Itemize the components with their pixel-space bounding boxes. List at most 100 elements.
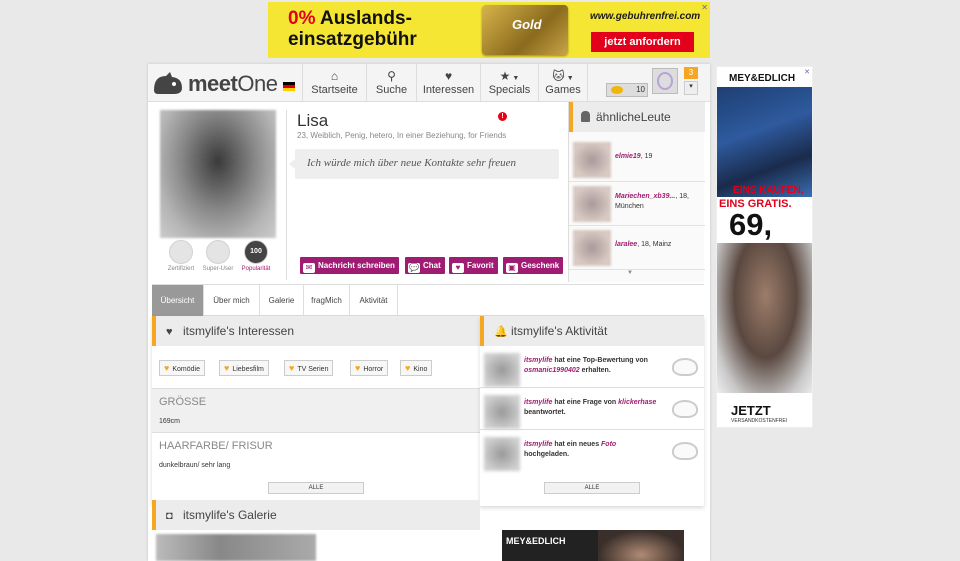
activity-target-link[interactable]: klickerhase: [618, 399, 656, 406]
favorite-button[interactable]: ♥ Favorit: [449, 257, 498, 274]
field-value: dunkelbraun/ sehr lang: [159, 462, 231, 469]
nav-specials[interactable]: ★ ▼ Specials: [480, 64, 538, 102]
pin-icon: ⚲: [387, 69, 396, 83]
similar-person-item[interactable]: Mariechen_xb39..., 18, München: [569, 182, 705, 226]
interest-tag[interactable]: ♥ TV Serien: [284, 360, 334, 376]
send-message-button[interactable]: ✉ Nachricht schreiben: [300, 257, 399, 274]
nav-suche[interactable]: ⚲ Suche: [366, 64, 416, 102]
top-navigation: meetOne ⌂ Startseite ⚲ Suche ♥ Interessen ★…: [148, 64, 710, 102]
bell-icon: 🔔: [494, 326, 508, 338]
interests-header: ♥ itsmylife's Interessen: [152, 316, 480, 346]
similar-person-item[interactable]: elmie19, 19: [569, 138, 705, 182]
main-container: meetOne ⌂ Startseite ⚲ Suche ♥ Interessen ★…: [148, 64, 710, 561]
badge-popularitaet[interactable]: 100 Popularität: [236, 240, 276, 272]
gallery-section: ◘ itsmylife's Galerie: [152, 500, 480, 561]
chat-button[interactable]: 💬 Chat: [405, 257, 445, 274]
heart-icon: ♥: [405, 363, 411, 373]
person-thumbnail[interactable]: [573, 230, 611, 266]
envelope-icon: ✉: [303, 263, 315, 273]
person-icon: [581, 111, 590, 122]
badge-zertifiziert[interactable]: Zertifiziert: [161, 240, 201, 272]
tab-ueber-mich[interactable]: Über mich: [204, 285, 260, 316]
gallery-thumbnail[interactable]: [156, 534, 316, 561]
popularity-meter-icon: 100: [244, 240, 268, 264]
interest-tag[interactable]: ♥ Kino: [400, 360, 433, 376]
ad-url[interactable]: www.gebuhrenfrei.com: [590, 11, 700, 22]
ad-close-icon[interactable]: ✕: [701, 3, 708, 12]
germany-flag-icon[interactable]: [283, 82, 295, 91]
nav-interessen[interactable]: ♥ Interessen: [416, 64, 480, 102]
profile-quote: Ich würde mich über neue Kontakte sehr f…: [289, 149, 559, 179]
credit-card-image: Gold: [482, 5, 568, 55]
ad-cta[interactable]: JETZT: [731, 403, 771, 418]
activity-user-link[interactable]: itsmylife: [524, 357, 552, 364]
field-label: GRÖSSE: [159, 396, 207, 408]
nav-games[interactable]: 🐱 ▼ Games: [538, 64, 588, 102]
activity-target-link[interactable]: osmanic1990402: [524, 367, 580, 374]
star-icon: ★ ▼: [499, 69, 520, 83]
scroll-down-icon[interactable]: ▼: [627, 270, 633, 276]
person-username[interactable]: Mariechen_xb39...: [615, 193, 675, 200]
interests-all-button[interactable]: ALLE: [268, 482, 364, 494]
user-avatar[interactable]: [652, 68, 678, 94]
profile-meta: 23, Weiblich, Penig, hetero, In einer Be…: [297, 131, 507, 140]
chevron-down-icon: ▼: [512, 75, 520, 82]
crown-icon: [206, 240, 230, 264]
ad-brand: MEY&EDLICH: [729, 73, 796, 84]
heart-icon: ♥: [444, 69, 453, 83]
interest-tag[interactable]: ♥ Horror: [350, 360, 389, 376]
activity-thumbnail[interactable]: [484, 437, 520, 471]
tab-fragmich[interactable]: fragMich: [304, 285, 350, 316]
ad-close-icon[interactable]: ✕: [804, 68, 810, 76]
activity-target-link[interactable]: Foto: [601, 441, 616, 448]
gift-button[interactable]: ▣ Geschenk: [503, 257, 564, 274]
activity-thumbnail[interactable]: [484, 395, 520, 429]
nav-startseite[interactable]: ⌂ Startseite: [302, 64, 366, 102]
activity-item: itsmylife hat ein neues Foto hochgeladen…: [480, 434, 704, 472]
top-banner-ad[interactable]: 0% Auslands-einsatzgebühr Gold www.gebuh…: [268, 2, 710, 58]
dropdown-toggle-icon[interactable]: ▾: [684, 81, 698, 95]
activity-user-link[interactable]: itsmylife: [524, 399, 552, 406]
bottom-ad[interactable]: MEY&EDLICH: [502, 530, 684, 561]
person-thumbnail[interactable]: [573, 186, 611, 222]
cat-icon: 🐱 ▼: [552, 69, 574, 83]
activity-item: itsmylife hat eine Top-Bewertung von osm…: [480, 350, 704, 388]
nav-user-area: 10 3 ▾: [606, 67, 704, 99]
person-username[interactable]: laralee: [615, 241, 637, 248]
meetone-logo[interactable]: meetOne: [152, 70, 302, 98]
logo-text: meetOne: [188, 71, 278, 96]
profile-name: Lisa: [297, 111, 329, 130]
similar-people-header: ähnlicheLeute: [569, 102, 705, 132]
coins-counter[interactable]: 10: [606, 83, 648, 97]
activity-all-button[interactable]: ALLE: [544, 482, 640, 494]
chat-bubble-icon: 💬: [408, 263, 420, 273]
side-banner-ad[interactable]: MEY&EDLICH EINS KAUFEN, EINS GRATIS. 69,…: [716, 66, 813, 428]
notification-badge[interactable]: 3: [684, 67, 698, 79]
tab-uebersicht[interactable]: Übersicht: [152, 285, 204, 316]
badge-super-user[interactable]: Super-User: [198, 240, 238, 272]
ad-headline: 0% Auslands-einsatzgebühr: [288, 8, 417, 50]
similar-person-item[interactable]: laralee, 18, Mainz: [569, 226, 705, 270]
report-alert-icon[interactable]: !: [498, 112, 507, 121]
field-groesse: GRÖSSE 169cm: [152, 388, 480, 432]
ad-price: 69,: [729, 207, 773, 242]
activity-header: 🔔 itsmylife's Aktivität: [480, 316, 704, 346]
tab-aktivitaet[interactable]: Aktivität: [350, 285, 398, 316]
ad-cta-button[interactable]: jetzt anfordern: [591, 32, 694, 52]
person-username[interactable]: elmie19: [615, 153, 641, 160]
activity-user-link[interactable]: itsmylife: [524, 441, 552, 448]
activity-item: itsmylife hat eine Frage von klickerhase…: [480, 392, 704, 430]
person-thumbnail[interactable]: [573, 142, 611, 178]
avatar-face-icon: [657, 72, 673, 90]
cat-mascot-icon: [672, 358, 698, 376]
home-icon: ⌂: [330, 69, 339, 83]
profile-photo[interactable]: [160, 110, 276, 238]
similar-people-panel: ähnlicheLeute elmie19, 19 Mariechen_xb39…: [568, 102, 705, 282]
interest-tag[interactable]: ♥ Liebesfilm: [219, 360, 269, 376]
ad-offer-line1: EINS KAUFEN,: [733, 185, 804, 196]
tab-galerie[interactable]: Galerie: [260, 285, 304, 316]
field-value: 169cm: [159, 418, 181, 425]
interest-tag[interactable]: ♥ Komödie: [159, 360, 205, 376]
ad-brand: MEY&EDLICH: [506, 536, 566, 546]
activity-thumbnail[interactable]: [484, 353, 520, 387]
